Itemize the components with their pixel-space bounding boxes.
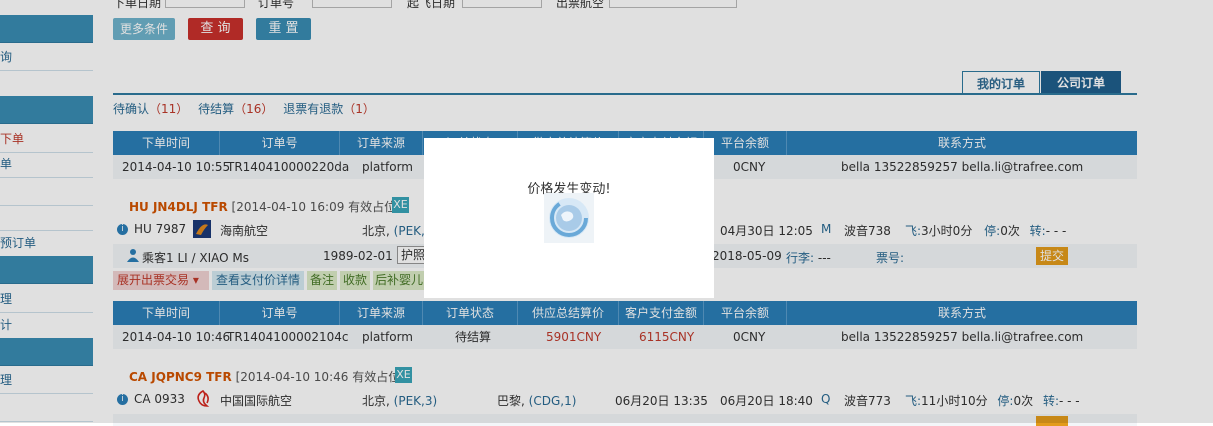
price-change-dialog: 价格发生变动! xyxy=(424,138,714,298)
loading-spinner-icon xyxy=(544,193,594,243)
